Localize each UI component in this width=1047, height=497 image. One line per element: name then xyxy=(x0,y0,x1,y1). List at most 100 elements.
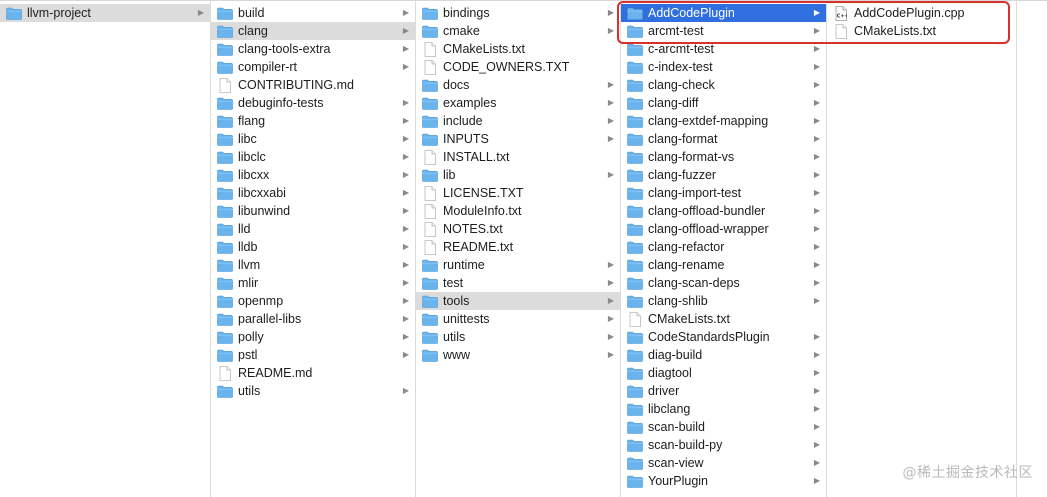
folder-item-flang[interactable]: flang ▶ xyxy=(211,112,415,130)
folder-item-libcxx[interactable]: libcxx ▶ xyxy=(211,166,415,184)
file-item-cmakelists-txt[interactable]: CMakeLists.txt xyxy=(827,22,1016,40)
folder-item-www[interactable]: www ▶ xyxy=(416,346,620,364)
folder-item-clang-check[interactable]: clang-check ▶ xyxy=(621,76,826,94)
folder-item-docs[interactable]: docs ▶ xyxy=(416,76,620,94)
folder-item-utils[interactable]: utils ▶ xyxy=(211,382,415,400)
file-item-install-txt[interactable]: INSTALL.txt xyxy=(416,148,620,166)
folder-item-addcodeplugin[interactable]: AddCodePlugin ▶ xyxy=(621,4,826,22)
folder-item-runtime[interactable]: runtime ▶ xyxy=(416,256,620,274)
folder-item-codestandardsplugin[interactable]: CodeStandardsPlugin ▶ xyxy=(621,328,826,346)
folder-item-lib[interactable]: lib ▶ xyxy=(416,166,620,184)
folder-item-clang-scan-deps[interactable]: clang-scan-deps ▶ xyxy=(621,274,826,292)
column-5[interactable]: C++ AddCodePlugin.cpp CMakeLists.txt xyxy=(827,1,1017,497)
folder-icon xyxy=(627,384,643,398)
folder-item-yourplugin[interactable]: YourPlugin ▶ xyxy=(621,472,826,490)
document-icon xyxy=(217,365,233,381)
folder-item-driver[interactable]: driver ▶ xyxy=(621,382,826,400)
folder-item-utils[interactable]: utils ▶ xyxy=(416,328,620,346)
folder-item-llvm-project[interactable]: llvm-project ▶ xyxy=(0,4,210,22)
chevron-right-icon: ▶ xyxy=(813,134,821,143)
folder-item-arcmt-test[interactable]: arcmt-test ▶ xyxy=(621,22,826,40)
item-label: include xyxy=(443,114,483,128)
folder-item-clang-import-test[interactable]: clang-import-test ▶ xyxy=(621,184,826,202)
folder-item-clang-format-vs[interactable]: clang-format-vs ▶ xyxy=(621,148,826,166)
file-item-cmakelists-txt[interactable]: CMakeLists.txt xyxy=(416,40,620,58)
folder-item-scan-build[interactable]: scan-build ▶ xyxy=(621,418,826,436)
folder-item-libc[interactable]: libc ▶ xyxy=(211,130,415,148)
folder-item-openmp[interactable]: openmp ▶ xyxy=(211,292,415,310)
item-label: utils xyxy=(443,330,466,344)
folder-item-build[interactable]: build ▶ xyxy=(211,4,415,22)
file-item-code-owners-txt[interactable]: CODE_OWNERS.TXT xyxy=(416,58,620,76)
file-item-addcodeplugin-cpp[interactable]: C++ AddCodePlugin.cpp xyxy=(827,4,1016,22)
folder-item-clang-tools-extra[interactable]: clang-tools-extra ▶ xyxy=(211,40,415,58)
document-icon xyxy=(422,221,438,237)
item-label: CodeStandardsPlugin xyxy=(648,330,770,344)
folder-icon xyxy=(217,186,233,200)
folder-icon xyxy=(422,6,438,20)
folder-item-clang-offload-wrapper[interactable]: clang-offload-wrapper ▶ xyxy=(621,220,826,238)
folder-item-mlir[interactable]: mlir ▶ xyxy=(211,274,415,292)
folder-item-include[interactable]: include ▶ xyxy=(416,112,620,130)
folder-item-polly[interactable]: polly ▶ xyxy=(211,328,415,346)
folder-item-examples[interactable]: examples ▶ xyxy=(416,94,620,112)
item-label: clang-tools-extra xyxy=(238,42,331,56)
item-label: examples xyxy=(443,96,497,110)
folder-item-llvm[interactable]: llvm ▶ xyxy=(211,256,415,274)
file-item-readme-txt[interactable]: README.txt xyxy=(416,238,620,256)
folder-item-unittests[interactable]: unittests ▶ xyxy=(416,310,620,328)
cpp-file-icon: C++ xyxy=(833,5,849,21)
folder-item-parallel-libs[interactable]: parallel-libs ▶ xyxy=(211,310,415,328)
folder-item-pstl[interactable]: pstl ▶ xyxy=(211,346,415,364)
folder-item-c-index-test[interactable]: c-index-test ▶ xyxy=(621,58,826,76)
item-label: lld xyxy=(238,222,251,236)
folder-icon xyxy=(627,222,643,236)
folder-item-debuginfo-tests[interactable]: debuginfo-tests ▶ xyxy=(211,94,415,112)
folder-item-inputs[interactable]: INPUTS ▶ xyxy=(416,130,620,148)
folder-item-lldb[interactable]: lldb ▶ xyxy=(211,238,415,256)
folder-item-clang-extdef-mapping[interactable]: clang-extdef-mapping ▶ xyxy=(621,112,826,130)
folder-item-clang-refactor[interactable]: clang-refactor ▶ xyxy=(621,238,826,256)
chevron-right-icon: ▶ xyxy=(813,332,821,341)
chevron-right-icon: ▶ xyxy=(813,80,821,89)
folder-item-clang-fuzzer[interactable]: clang-fuzzer ▶ xyxy=(621,166,826,184)
folder-item-bindings[interactable]: bindings ▶ xyxy=(416,4,620,22)
file-item-moduleinfo-txt[interactable]: ModuleInfo.txt xyxy=(416,202,620,220)
file-item-license-txt[interactable]: LICENSE.TXT xyxy=(416,184,620,202)
folder-item-scan-build-py[interactable]: scan-build-py ▶ xyxy=(621,436,826,454)
folder-item-libcxxabi[interactable]: libcxxabi ▶ xyxy=(211,184,415,202)
folder-item-tools[interactable]: tools ▶ xyxy=(416,292,620,310)
folder-item-c-arcmt-test[interactable]: c-arcmt-test ▶ xyxy=(621,40,826,58)
folder-item-clang-format[interactable]: clang-format ▶ xyxy=(621,130,826,148)
file-item-notes-txt[interactable]: NOTES.txt xyxy=(416,220,620,238)
folder-item-test[interactable]: test ▶ xyxy=(416,274,620,292)
folder-item-clang-offload-bundler[interactable]: clang-offload-bundler ▶ xyxy=(621,202,826,220)
file-item-contributing-md[interactable]: CONTRIBUTING.md xyxy=(211,76,415,94)
folder-item-lld[interactable]: lld ▶ xyxy=(211,220,415,238)
folder-item-compiler-rt[interactable]: compiler-rt ▶ xyxy=(211,58,415,76)
folder-item-clang-shlib[interactable]: clang-shlib ▶ xyxy=(621,292,826,310)
folder-item-diag-build[interactable]: diag-build ▶ xyxy=(621,346,826,364)
file-item-cmakelists-txt[interactable]: CMakeLists.txt xyxy=(621,310,826,328)
folder-item-clang[interactable]: clang ▶ xyxy=(211,22,415,40)
folder-item-clang-diff[interactable]: clang-diff ▶ xyxy=(621,94,826,112)
column-2[interactable]: build ▶ clang ▶ clang-tools-extra ▶ compiler-r… xyxy=(211,1,416,497)
folder-item-scan-view[interactable]: scan-view ▶ xyxy=(621,454,826,472)
item-label: clang-import-test xyxy=(648,186,742,200)
file-item-readme-md[interactable]: README.md xyxy=(211,364,415,382)
folder-item-libunwind[interactable]: libunwind ▶ xyxy=(211,202,415,220)
folder-item-libclang[interactable]: libclang ▶ xyxy=(621,400,826,418)
chevron-right-icon: ▶ xyxy=(813,98,821,107)
column-1[interactable]: llvm-project ▶ xyxy=(0,1,211,497)
item-label: NOTES.txt xyxy=(443,222,503,236)
item-label: c-arcmt-test xyxy=(648,42,714,56)
folder-item-cmake[interactable]: cmake ▶ xyxy=(416,22,620,40)
chevron-right-icon: ▶ xyxy=(402,224,410,233)
column-3[interactable]: bindings ▶ cmake ▶ CMakeLists.txt CODE_OWNERS… xyxy=(416,1,621,497)
folder-item-libclc[interactable]: libclc ▶ xyxy=(211,148,415,166)
folder-item-clang-rename[interactable]: clang-rename ▶ xyxy=(621,256,826,274)
column-4[interactable]: AddCodePlugin ▶ arcmt-test ▶ c-arcmt-test ▶ c-… xyxy=(621,1,827,497)
folder-item-diagtool[interactable]: diagtool ▶ xyxy=(621,364,826,382)
folder-icon xyxy=(422,258,438,272)
folder-icon xyxy=(217,6,233,20)
